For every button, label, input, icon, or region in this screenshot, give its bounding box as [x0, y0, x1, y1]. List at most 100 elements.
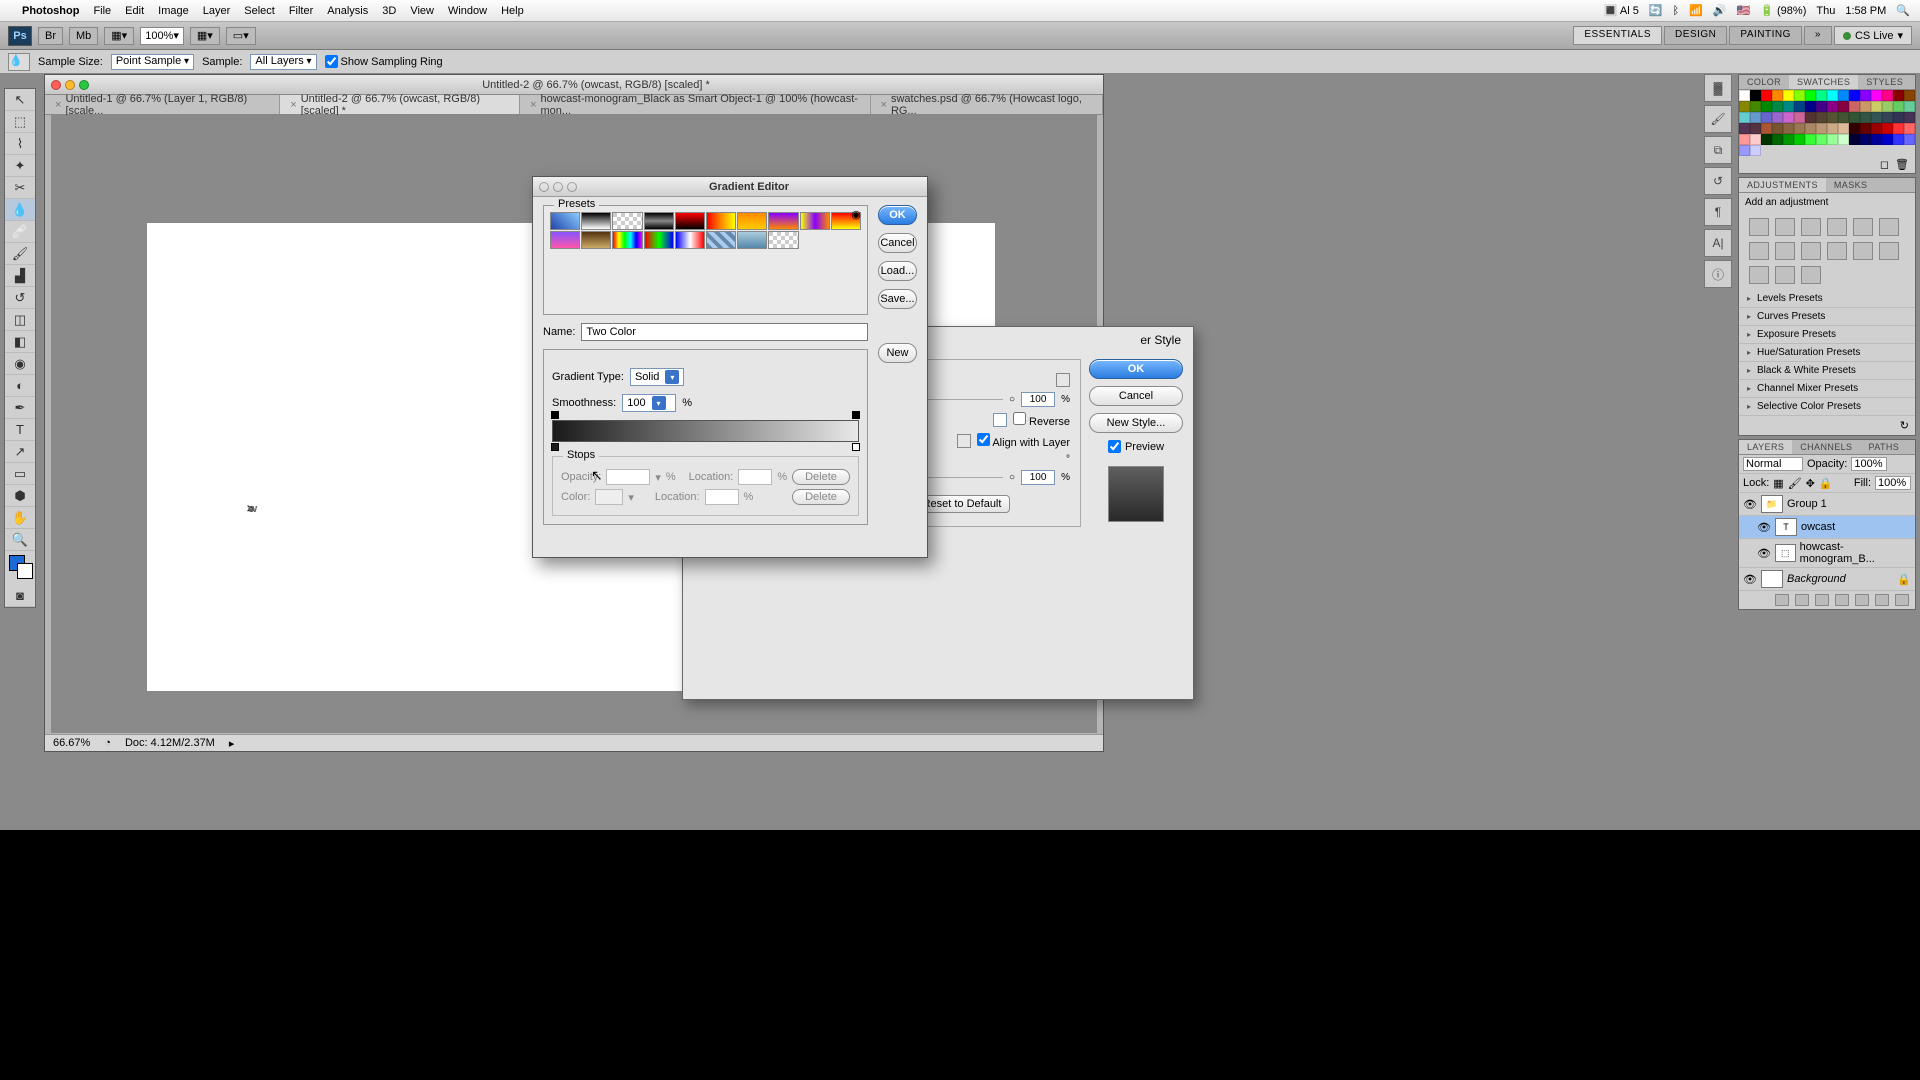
bridge-icon[interactable]: Br	[38, 27, 63, 45]
eyedropper-tool-icon[interactable]: 💧	[5, 199, 35, 221]
swatch[interactable]	[1750, 112, 1761, 123]
swatch[interactable]	[1816, 90, 1827, 101]
tab-color[interactable]: COLOR	[1739, 75, 1789, 89]
adj-invert-icon[interactable]	[1853, 242, 1873, 260]
lasso-tool-icon[interactable]: ⌇	[5, 133, 35, 155]
adj-layer-icon[interactable]	[1835, 594, 1849, 606]
menu-analysis[interactable]: Analysis	[327, 5, 368, 17]
ge-name-input[interactable]	[581, 323, 868, 341]
menu-file[interactable]: File	[93, 5, 111, 17]
preset-item[interactable]: Black & White Presets	[1739, 362, 1915, 380]
swatch[interactable]	[1772, 134, 1783, 145]
swatch[interactable]	[1739, 123, 1750, 134]
swatch[interactable]	[1772, 112, 1783, 123]
menubar-ai-icon[interactable]: 🔳 Al 5	[1604, 4, 1639, 17]
quick-select-tool-icon[interactable]: ✦	[5, 155, 35, 177]
swatch[interactable]	[1772, 101, 1783, 112]
ge-opacity-input[interactable]	[606, 469, 650, 485]
swatch[interactable]	[1761, 123, 1772, 134]
swatch[interactable]	[1838, 134, 1849, 145]
swatch[interactable]	[1827, 90, 1838, 101]
ge-smooth-input[interactable]: 100▾	[622, 394, 676, 412]
swatch[interactable]	[1871, 112, 1882, 123]
layer-row[interactable]: 👁⬚howcast-monogram_B...	[1739, 539, 1915, 568]
adj-panel-menu-icon[interactable]: ↻	[1900, 419, 1909, 432]
swatch[interactable]	[1783, 134, 1794, 145]
swatch[interactable]	[1860, 134, 1871, 145]
swatch[interactable]	[1860, 112, 1871, 123]
sample-size-select[interactable]: Point Sample ▾	[111, 54, 194, 70]
swatch[interactable]	[1893, 101, 1904, 112]
collapsed-histogram-icon[interactable]: ▓	[1704, 74, 1732, 102]
layer-fill-input[interactable]: 100%	[1875, 476, 1911, 490]
menubar-time[interactable]: 1:58 PM	[1845, 5, 1886, 17]
history-brush-tool-icon[interactable]: ↺	[5, 287, 35, 309]
marquee-tool-icon[interactable]: ⬚	[5, 111, 35, 133]
gradient-preset[interactable]	[800, 212, 830, 230]
lock-transparent-icon[interactable]: ▦	[1773, 477, 1783, 490]
tab-masks[interactable]: MASKS	[1826, 178, 1876, 192]
adj-gradient-map-icon[interactable]	[1775, 266, 1795, 284]
swatch[interactable]	[1794, 112, 1805, 123]
ps-logo-icon[interactable]: Ps	[8, 26, 32, 46]
swatch[interactable]	[1761, 134, 1772, 145]
swatch[interactable]	[1860, 123, 1871, 134]
blend-mode-select[interactable]: Normal	[1743, 457, 1803, 471]
brush-tool-icon[interactable]: 🖌	[5, 243, 35, 265]
align-layer-checkbox[interactable]: Align with Layer	[977, 433, 1070, 449]
menu-image[interactable]: Image	[158, 5, 189, 17]
swatch[interactable]	[1783, 101, 1794, 112]
swatch[interactable]	[1750, 134, 1761, 145]
layer-row[interactable]: 👁📁Group 1	[1739, 493, 1915, 516]
ge-new-button[interactable]: New	[878, 343, 917, 363]
menu-window[interactable]: Window	[448, 5, 487, 17]
swatch[interactable]	[1794, 101, 1805, 112]
swatch[interactable]	[1871, 90, 1882, 101]
zoom-tool-icon[interactable]: 🔍	[5, 529, 35, 551]
adj-levels-icon[interactable]	[1775, 218, 1795, 236]
swatch-grid[interactable]	[1739, 90, 1915, 156]
swatch[interactable]	[1838, 112, 1849, 123]
view-extras-icon[interactable]: ▦▾	[104, 27, 134, 45]
gradient-preset[interactable]	[612, 212, 642, 230]
doc-tab-3[interactable]: ×swatches.psd @ 66.7% (Howcast logo, RG.…	[871, 95, 1103, 114]
color-stop-right[interactable]	[852, 443, 860, 451]
new-layer-icon[interactable]	[1875, 594, 1889, 606]
path-select-tool-icon[interactable]: ↗	[5, 441, 35, 463]
ls-opacity-input[interactable]	[1021, 392, 1055, 407]
layer-row[interactable]: 👁Background🔒	[1739, 568, 1915, 591]
wifi-icon[interactable]: 📶	[1689, 4, 1703, 17]
workspace-painting[interactable]: PAINTING	[1729, 26, 1801, 45]
ge-delete-opacity-button[interactable]: Delete	[792, 469, 850, 485]
tab-adjustments[interactable]: ADJUSTMENTS	[1739, 178, 1826, 192]
shape-tool-icon[interactable]: ▭	[5, 463, 35, 485]
status-info-icon[interactable]: ◔	[104, 737, 111, 749]
swatch[interactable]	[1882, 112, 1893, 123]
menu-layer[interactable]: Layer	[203, 5, 231, 17]
gradient-preset[interactable]	[612, 231, 642, 249]
minibridge-icon[interactable]: Mb	[69, 27, 98, 45]
status-zoom[interactable]: 66.67%	[53, 737, 90, 749]
color-swatches[interactable]	[5, 551, 35, 585]
swatch[interactable]	[1849, 123, 1860, 134]
workspace-essentials[interactable]: ESSENTIALS	[1573, 26, 1662, 45]
swatch[interactable]	[1882, 134, 1893, 145]
zoom-level[interactable]: 100% ▾	[140, 27, 184, 45]
type-tool-icon[interactable]: T	[5, 419, 35, 441]
ge-delete-color-button[interactable]: Delete	[792, 489, 850, 505]
layer-opacity-input[interactable]: 100%	[1851, 457, 1887, 471]
swatch[interactable]	[1816, 101, 1827, 112]
healing-tool-icon[interactable]: 🩹	[5, 221, 35, 243]
swatch[interactable]	[1761, 90, 1772, 101]
crop-tool-icon[interactable]: ✂	[5, 177, 35, 199]
gradient-preset[interactable]	[737, 231, 767, 249]
gradient-preset[interactable]	[550, 212, 580, 230]
menu-3d[interactable]: 3D	[382, 5, 396, 17]
app-name[interactable]: Photoshop	[22, 5, 79, 17]
menu-view[interactable]: View	[410, 5, 434, 17]
tab-channels[interactable]: CHANNELS	[1792, 440, 1860, 454]
visibility-icon[interactable]: 👁	[1757, 547, 1771, 560]
swatch[interactable]	[1871, 101, 1882, 112]
battery-icon[interactable]: 🔋 (98%)	[1760, 4, 1806, 17]
ge-color-location-input[interactable]	[705, 489, 739, 505]
